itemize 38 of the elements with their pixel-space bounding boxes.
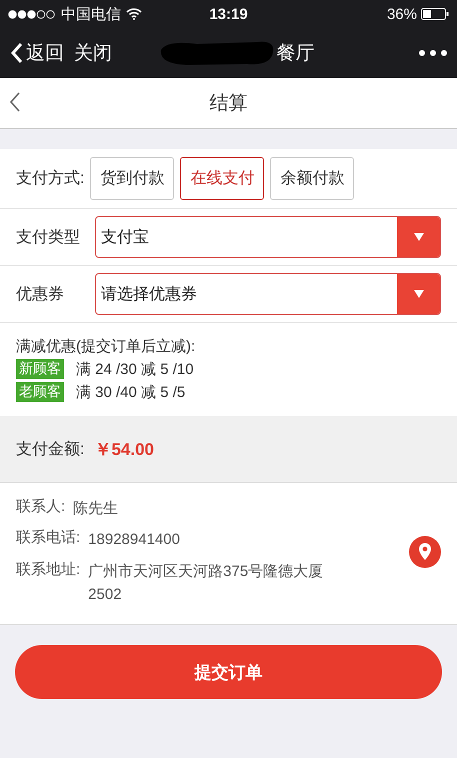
- caret-icon: [414, 233, 424, 241]
- page-title: 餐厅: [276, 42, 314, 66]
- payment-option[interactable]: 余额付款: [270, 157, 354, 200]
- header-title: 结算: [210, 92, 248, 116]
- carrier-name: 中国电信: [61, 4, 121, 24]
- back-link[interactable]: 返回: [10, 40, 64, 66]
- battery-percent: 36%: [386, 6, 417, 22]
- close-link[interactable]: 关闭: [74, 40, 112, 66]
- dropdown-select[interactable]: 支付宝: [95, 216, 441, 258]
- amount-value: ￥54.00: [94, 438, 154, 460]
- back-icon[interactable]: [8, 91, 22, 113]
- promotion-text: 满 24 /30 减 5 /10: [76, 360, 194, 378]
- contact-value: 18928941400: [88, 530, 181, 550]
- back-chevron-icon: [10, 42, 24, 64]
- more-icon[interactable]: [419, 50, 447, 56]
- caret-icon: [414, 290, 424, 298]
- location-pin-icon[interactable]: [409, 536, 441, 568]
- amount-label: 支付金额:: [16, 440, 84, 460]
- dropdown-select[interactable]: 请选择优惠券: [95, 273, 441, 315]
- promotion-title: 满减优惠(提交订单后立减):: [16, 337, 196, 356]
- battery-icon: [421, 8, 449, 20]
- signal-icon: [8, 10, 56, 18]
- customer-tag: 新顾客: [16, 359, 64, 379]
- contact-label: 联系电话:: [16, 528, 80, 548]
- customer-tag: 老顾客: [16, 382, 64, 402]
- field-label: 支付类型: [16, 228, 81, 248]
- payment-option[interactable]: 货到付款: [90, 157, 174, 200]
- contact-value: 陈先生: [73, 499, 120, 519]
- payment-option[interactable]: 在线支付: [180, 157, 264, 200]
- wifi-icon: [126, 8, 142, 20]
- promotion-text: 满 30 /40 减 5 /5: [76, 382, 186, 402]
- field-label: 优惠券: [16, 284, 65, 304]
- contact-label: 联系人:: [16, 497, 66, 517]
- field-label: 支付方式:: [16, 168, 84, 189]
- submit-order-button[interactable]: 提交订单: [15, 645, 442, 699]
- clock-time: 13:19: [209, 6, 248, 22]
- contact-label: 联系地址:: [16, 560, 80, 580]
- contact-value: 广州市天河区天河路375号隆德大厦2502: [88, 562, 324, 605]
